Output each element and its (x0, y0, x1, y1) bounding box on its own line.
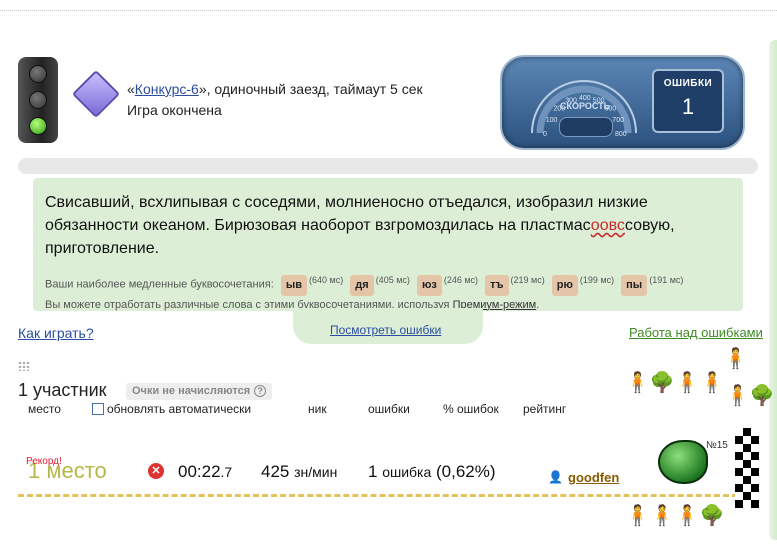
gauge-tick-label: 800 (615, 131, 627, 138)
col-errors: ошибки (368, 402, 410, 416)
how-to-play-link[interactable]: Как играть? (18, 325, 94, 341)
typed-text-box: Свисавший, всхлипывая с соседями, молние… (33, 178, 743, 311)
typo-highlight: оовс (590, 217, 625, 234)
combo-badge: тъ (485, 274, 509, 296)
speed-label: СКОРОСТЬ (560, 101, 611, 111)
help-icon[interactable]: ? (254, 385, 267, 397)
spectators-icon: 🧍🌳 (725, 385, 775, 407)
race-track-line (18, 494, 738, 497)
result-errors: 1 ошибка (0,62%) (368, 462, 496, 481)
auto-update-toggle[interactable]: обновлять автоматически (92, 402, 251, 416)
combo-badge: пы (621, 274, 648, 296)
right-sidebar-edge (769, 40, 777, 540)
race-status: Игра окончена (127, 102, 222, 118)
finish-flag-icon (735, 428, 759, 508)
combo-badge: ыв (280, 274, 308, 296)
gauge-tick-label: 100 (546, 117, 558, 124)
gauge-tick-label: 0 (543, 131, 547, 138)
user-avatar-icon: 👤 (548, 470, 563, 484)
race-title: «Конкурс-6», одиночный заезд, таймаут 5 … (127, 81, 423, 97)
errors-counter: ОШИБКИ 1 (652, 69, 724, 133)
speed-display (559, 117, 613, 137)
race-progress-bar (18, 158, 758, 174)
traffic-lamp-top (29, 65, 47, 83)
errors-value: 1 (681, 94, 695, 119)
traffic-light-icon (18, 57, 58, 143)
game-type-diamond-icon (71, 69, 121, 119)
user-nick-link[interactable]: goodfen (568, 470, 619, 485)
spectators-icon: 🧍🧍🧍🌳 (625, 505, 725, 527)
col-place: место (28, 402, 61, 416)
record-badge: Рекорд! (26, 456, 62, 467)
typed-text: Свисавший, всхлипывая с соседями, молние… (45, 194, 675, 257)
auto-update-checkbox[interactable] (92, 403, 104, 415)
top-divider (0, 10, 777, 11)
close-icon[interactable]: ✕ (148, 463, 164, 479)
car-number: №15 (706, 440, 728, 451)
no-points-badge: Очки не начисляются? (126, 383, 273, 400)
work-on-errors-link[interactable]: Работа над ошибками (629, 325, 763, 340)
car-icon (658, 440, 708, 484)
result-speed: 425 зн/мин (261, 462, 338, 481)
race-info: «Конкурс-6», одиночный заезд, таймаут 5 … (127, 79, 423, 121)
participants-count: 1 участник (18, 380, 107, 400)
spectators-icon: 🧍🌳🧍🧍 (625, 372, 725, 394)
traffic-lamp-middle (29, 91, 47, 109)
result-time: 00:22.7 (178, 462, 233, 481)
see-errors-link[interactable]: Посмотреть ошибки (330, 323, 441, 337)
col-rating: рейтинг (523, 402, 567, 416)
gauge-tick-label: 700 (612, 117, 624, 124)
traffic-lamp-green (29, 117, 47, 135)
slow-combos-label: Ваши наиболее медленные буквосочетания: (45, 278, 274, 291)
col-error-pct: % ошибок (443, 402, 499, 416)
drag-handle-icon (18, 361, 30, 371)
combo-badge: рю (551, 274, 578, 296)
combo-badge: юз (416, 274, 442, 296)
col-nick: ник (308, 402, 327, 416)
slow-combos-line: Ваши наиболее медленные буквосочетания: … (45, 271, 683, 296)
speedometer-panel: 0 100 200 300 400 500 600 700 800 СКОРОСТЬ ОШИБК… (500, 55, 745, 150)
contest-link[interactable]: Конкурс-6 (135, 81, 199, 97)
spectators-icon: 🧍 (723, 348, 748, 370)
combo-badge: дя (350, 274, 374, 296)
errors-label: ОШИБКИ (663, 78, 713, 89)
